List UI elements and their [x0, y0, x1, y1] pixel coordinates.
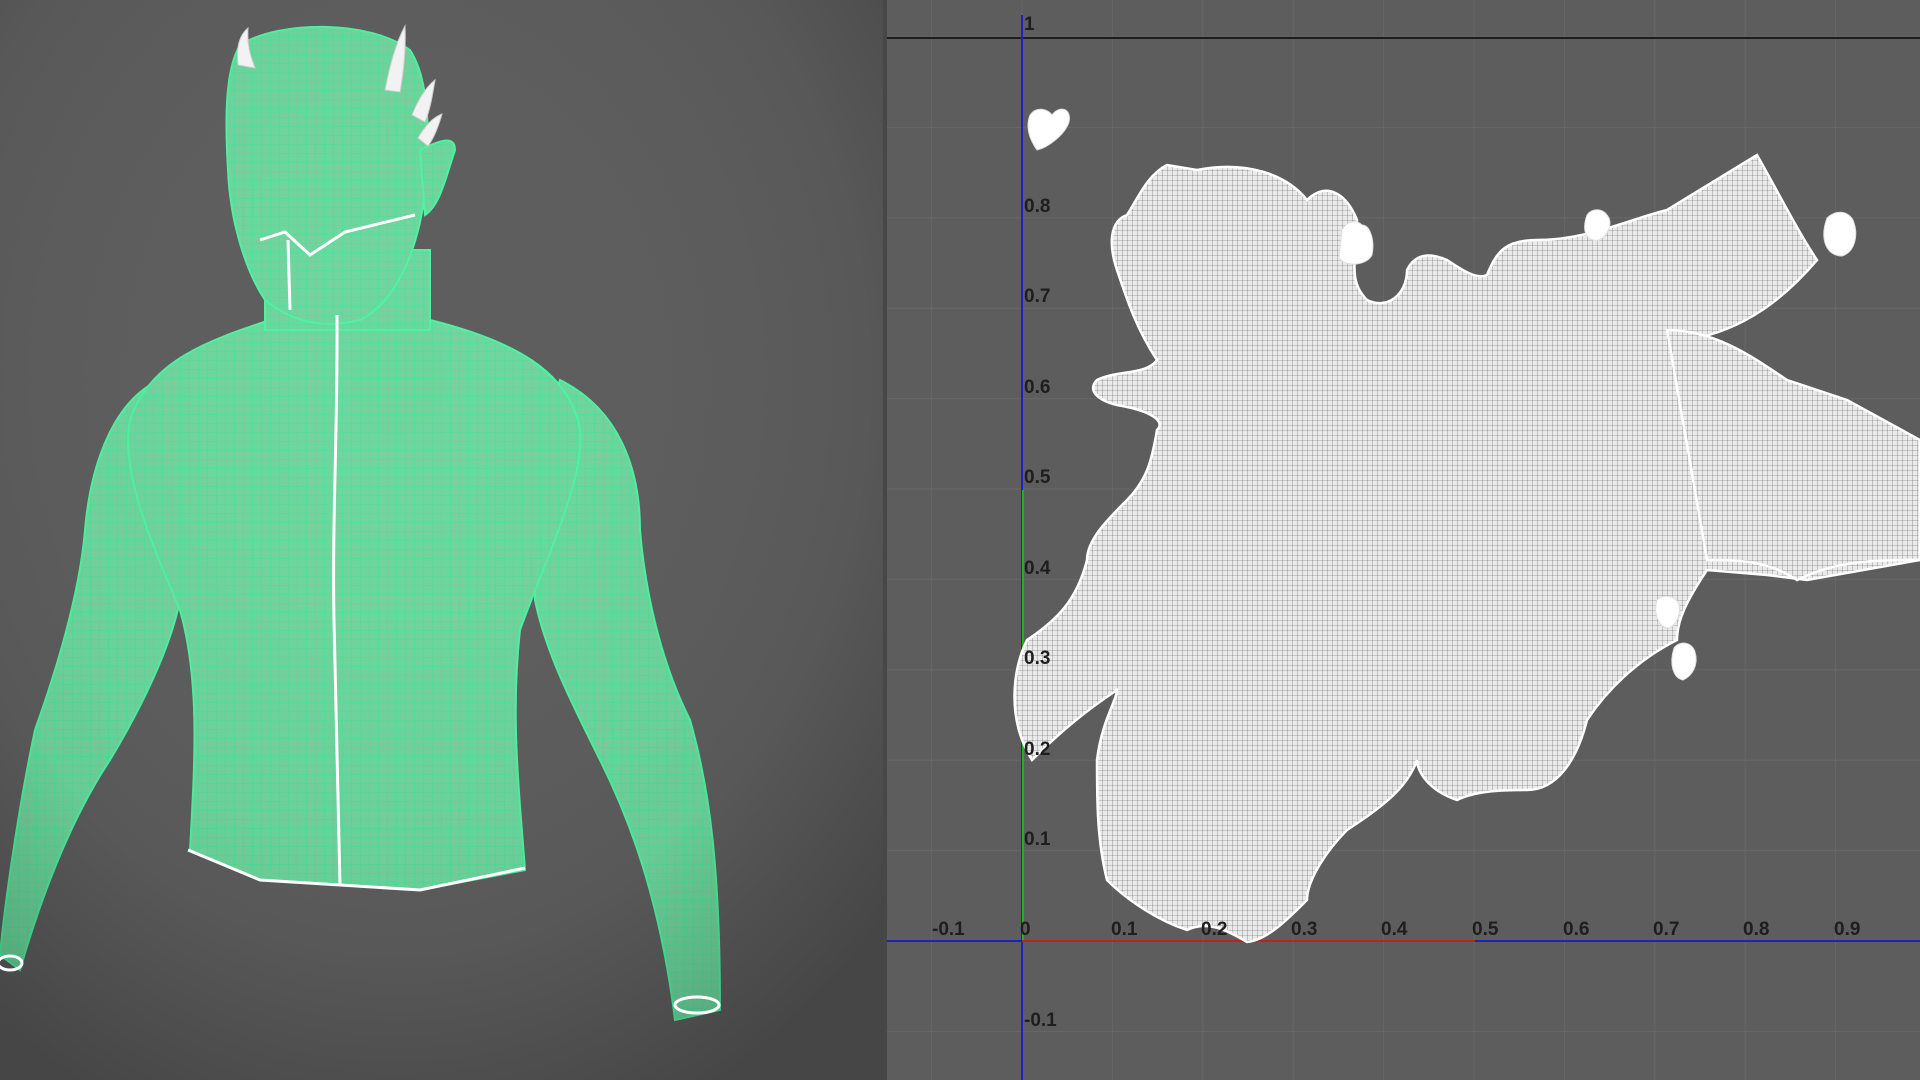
uv-shell-horn-2[interactable] [1338, 221, 1374, 265]
u-label: 0.3 [1291, 919, 1317, 940]
u-label: 0.5 [1472, 919, 1499, 940]
seam-chin-line [286, 239, 292, 311]
u-label: 0.4 [1381, 919, 1408, 940]
uv-shell-horn-6[interactable] [1671, 642, 1697, 681]
u-label: 0.2 [1201, 919, 1227, 940]
character-mesh[interactable] [0, 0, 883, 1080]
viewport-canvas[interactable] [0, 0, 883, 1080]
u-label: 0.7 [1653, 919, 1679, 940]
u-label: 0.8 [1743, 919, 1769, 940]
uv-editing-workspace: -0.1 0 0.1 0.2 0.3 0.4 0.5 0.6 0.7 0.8 0… [0, 0, 1920, 1080]
uv-shells[interactable] [1013, 108, 1920, 944]
u-label: 0 [1020, 919, 1031, 940]
v-label: 0.8 [1024, 196, 1050, 217]
v-label: 0.1 [1024, 829, 1051, 850]
v-label: 0.5 [1024, 467, 1051, 488]
v-label: -0.1 [1024, 1010, 1057, 1031]
v-label: 0.2 [1024, 739, 1050, 760]
v-label: 0.7 [1024, 286, 1050, 307]
u-label: 0.1 [1111, 919, 1138, 940]
uv-shell-horn-1[interactable] [1027, 108, 1070, 151]
v-label: 0.6 [1024, 377, 1050, 398]
v-label: 0.4 [1024, 558, 1051, 579]
ear-mesh[interactable] [418, 139, 457, 217]
u-label: 0.6 [1563, 919, 1589, 940]
u-label: 0.9 [1834, 919, 1860, 940]
u-tick-labels: -0.1 0 0.1 0.2 0.3 0.4 0.5 0.6 0.7 0.8 0… [932, 919, 1860, 940]
uv-shell-horn-4[interactable] [1823, 211, 1857, 257]
3d-viewport[interactable] [0, 0, 883, 1080]
v-label: 0.3 [1024, 648, 1050, 669]
v-tick-labels: 1 0.8 0.7 0.6 0.5 0.4 0.3 0.2 0.1 -0.1 [1024, 14, 1057, 1031]
v-label: 1 [1024, 14, 1035, 35]
uv-shell-arm-right[interactable] [1665, 328, 1920, 582]
uv-canvas[interactable]: -0.1 0 0.1 0.2 0.3 0.4 0.5 0.6 0.7 0.8 0… [887, 0, 1920, 1080]
torso-mesh[interactable] [127, 319, 582, 892]
u-label: -0.1 [932, 919, 965, 940]
uv-editor-panel[interactable]: -0.1 0 0.1 0.2 0.3 0.4 0.5 0.6 0.7 0.8 0… [887, 0, 1920, 1080]
